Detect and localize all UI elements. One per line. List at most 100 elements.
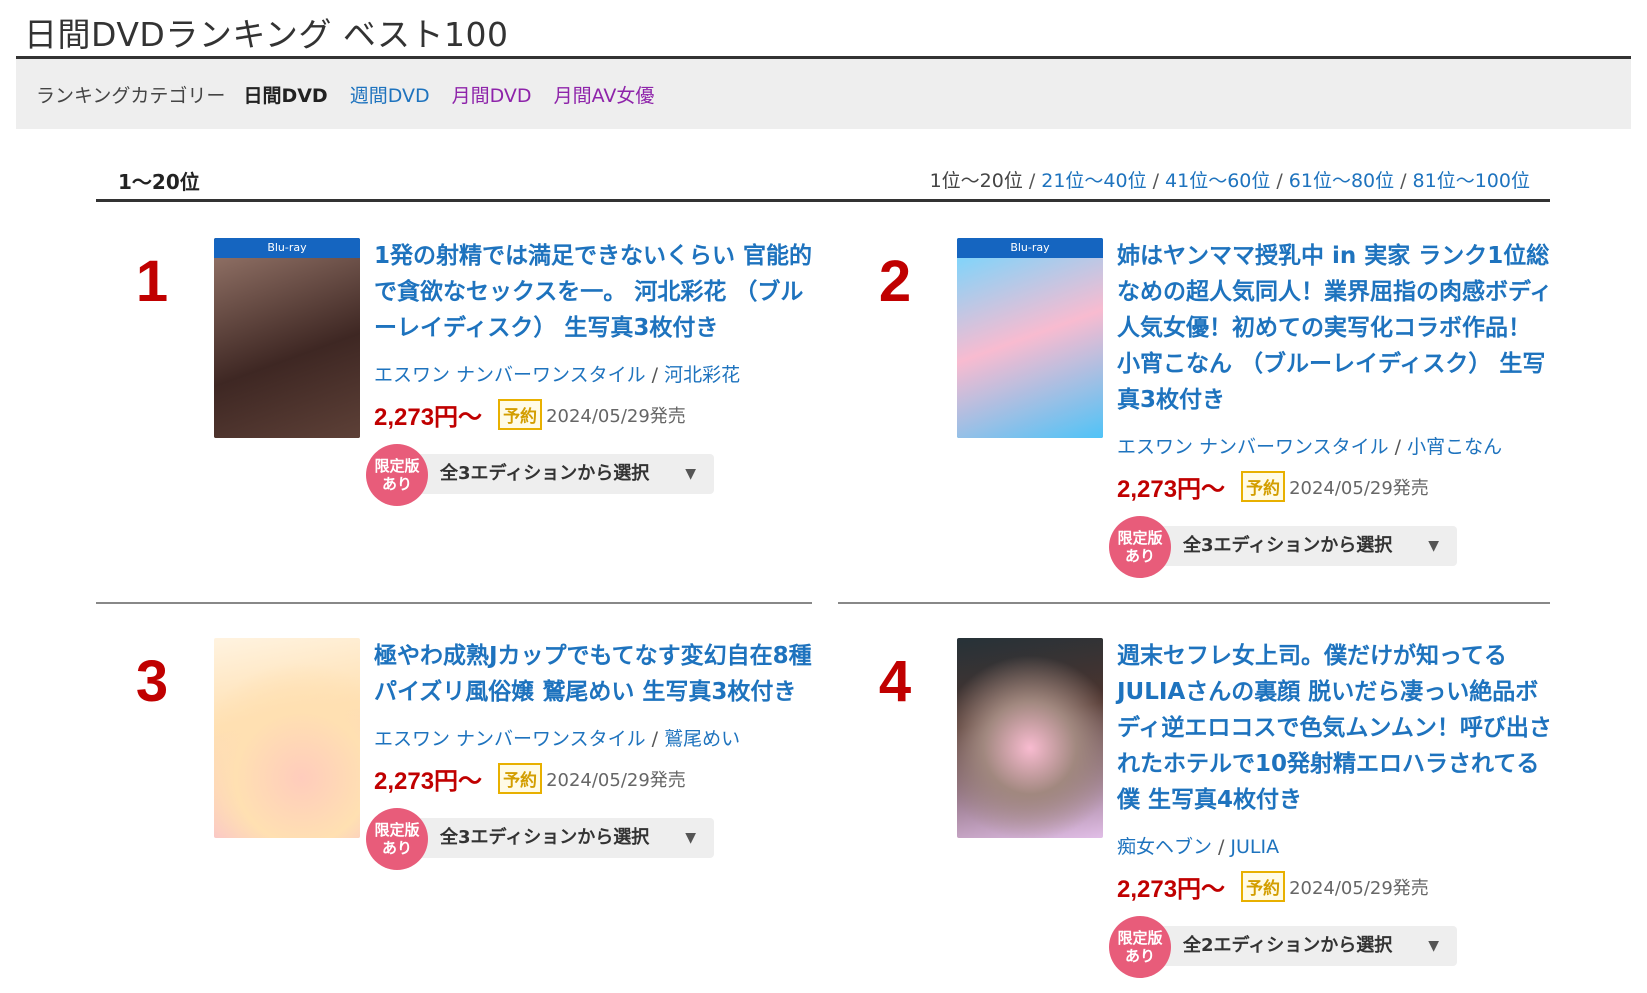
category-current-daily-dvd: 日間DVD [243,84,328,107]
category-link-monthly-av-actress[interactable]: 月間AV女優 [554,81,655,108]
item-info: 姉はヤンママ授乳中 in 実家 ランク1位総なめの超人気同人！業界屈指の肉感ボデ… [1109,238,1555,580]
release-date: 2024/05/29発売 [546,769,686,791]
item-meta: エスワン ナンバーワンスタイル / 鷲尾めい [374,728,741,750]
item-title-link[interactable]: 1発の射精では満足できないくらい 官能的で貪欲なセックスを一。 河北彩花 （ブル… [374,238,812,346]
dvd-cover-image[interactable] [957,638,1103,838]
limited-edition-badge: 限定版 あり [366,444,428,506]
maker-link[interactable]: エスワン ナンバーワンスタイル [374,364,646,386]
price-row: 2,273円〜 予約 2024/05/29発売 [1117,869,1555,904]
item-title-link[interactable]: 極やわ成熟Jカップでもてなす変幻自在8種パイズリ風俗嬢 鷲尾めい 生写真3枚付き [374,638,812,710]
badge-line: 限定版 [1117,529,1163,547]
edition-row: 限定版 あり 全3エディションから選択 ▼ [366,444,812,508]
rank-number: 4 [878,649,912,714]
pager-link-41-60[interactable]: 41位〜60位 [1165,170,1270,192]
rank-number: 2 [878,249,912,314]
edition-select-label: 全3エディションから選択 [440,827,650,848]
item-info: 極やわ成熟Jカップでもてなす変幻自在8種パイズリ風俗嬢 鷲尾めい 生写真3枚付き… [366,638,812,872]
actress-link[interactable]: JULIA [1230,836,1279,858]
reserve-badge: 予約 [1241,471,1286,502]
reserve-badge: 予約 [1241,871,1286,902]
rank-number: 1 [135,249,169,314]
bluray-strip: Blu-ray [214,238,360,258]
edition-row: 限定版 あり 全2エディションから選択 ▼ [1109,916,1555,980]
edition-row: 限定版 あり 全3エディションから選択 ▼ [1109,516,1555,580]
item-price: 2,273円〜 [1117,876,1226,903]
edition-select[interactable]: 全3エディションから選択 ▼ [1157,526,1457,566]
range-pager: 1位〜20位/21位〜40位/41位〜60位/61位〜80位/81位〜100位 [930,166,1530,193]
actress-link[interactable]: 鷲尾めい [664,728,740,750]
limited-edition-badge: 限定版 あり [1109,516,1171,578]
pager-current: 1位〜20位 [929,170,1023,192]
item-price: 2,273円〜 [374,768,483,795]
badge-line: あり [1124,547,1155,565]
reserve-badge: 予約 [498,399,543,430]
limited-edition-badge: 限定版 あり [1109,916,1171,978]
release-date: 2024/05/29発売 [1289,477,1429,499]
edition-row: 限定版 あり 全3エディションから選択 ▼ [366,808,812,872]
actress-link[interactable]: 小宵こなん [1407,436,1502,458]
limited-edition-badge: 限定版 あり [366,808,428,870]
category-label: ランキングカテゴリー [36,84,226,107]
range-header: 1〜20位 1位〜20位/21位〜40位/41位〜60位/61位〜80位/81位… [96,160,1550,200]
item-meta: 痴女ヘブン / JULIA [1117,836,1280,858]
badge-line: 限定版 [1117,929,1163,947]
price-row: 2,273円〜 予約 2024/05/29発売 [374,761,812,796]
item-info: 1発の射精では満足できないくらい 官能的で貪欲なセックスを一。 河北彩花 （ブル… [366,238,812,508]
item-title-link[interactable]: 週末セフレ女上司。僕だけが知ってるJULIAさんの裏顔 脱いだら凄っい絶品ボディ… [1117,638,1555,818]
caret-down-icon: ▼ [685,466,696,482]
pager-link-21-40[interactable]: 21位〜40位 [1041,170,1146,192]
cover-artwork [214,638,360,838]
dvd-cover-image[interactable] [214,638,360,838]
price-row: 2,273円〜 予約 2024/05/29発売 [374,397,812,432]
release-date: 2024/05/29発売 [546,405,686,427]
maker-link[interactable]: エスワン ナンバーワンスタイル [374,728,646,750]
item-info: 週末セフレ女上司。僕だけが知ってるJULIAさんの裏顔 脱いだら凄っい絶品ボディ… [1109,638,1555,980]
edition-select[interactable]: 全3エディションから選択 ▼ [414,454,714,494]
range-divider [96,199,1550,202]
pager-link-81-100[interactable]: 81位〜100位 [1413,170,1530,192]
pager-link-61-80[interactable]: 61位〜80位 [1289,170,1394,192]
badge-line: 限定版 [374,821,420,839]
item-meta: エスワン ナンバーワンスタイル / 河北彩花 [374,364,741,386]
row-divider [96,602,812,604]
badge-line: 限定版 [374,457,420,475]
edition-select[interactable]: 全3エディションから選択 ▼ [414,818,714,858]
item-meta: エスワン ナンバーワンスタイル / 小宵こなん [1117,436,1503,458]
pager-separator: / [1152,170,1160,192]
edition-select-label: 全3エディションから選択 [440,463,650,484]
rank-number: 3 [135,649,169,714]
badge-line: あり [1124,947,1155,965]
ranking-category-bar: ランキングカテゴリー 日間DVD 週間DVD 月間DVD 月間AV女優 [16,59,1631,129]
reserve-badge: 予約 [498,763,543,794]
badge-line: あり [381,839,412,857]
row-divider [838,602,1550,604]
maker-link[interactable]: エスワン ナンバーワンスタイル [1117,436,1389,458]
edition-select[interactable]: 全2エディションから選択 ▼ [1157,926,1457,966]
item-price: 2,273円〜 [1117,476,1226,503]
actress-link[interactable]: 河北彩花 [664,364,740,386]
bluray-strip: Blu-ray [957,238,1103,258]
pager-separator: / [1276,170,1283,192]
caret-down-icon: ▼ [1428,938,1439,954]
category-link-monthly-dvd[interactable]: 月間DVD [452,81,532,108]
current-range-label: 1〜20位 [118,170,200,194]
edition-select-label: 全3エディションから選択 [1183,535,1393,556]
category-link-weekly-dvd[interactable]: 週間DVD [350,81,430,108]
pager-separator: / [1028,170,1036,192]
item-title-link[interactable]: 姉はヤンママ授乳中 in 実家 ランク1位総なめの超人気同人！業界屈指の肉感ボデ… [1117,238,1555,418]
release-date: 2024/05/29発売 [1289,877,1429,899]
maker-link[interactable]: 痴女ヘブン [1117,836,1212,858]
cover-artwork [957,638,1103,838]
bluray-cover-image[interactable]: Blu-ray [214,238,360,438]
pager-separator: / [1400,170,1407,192]
item-price: 2,273円〜 [374,404,483,431]
page-title: 日間DVDランキング ベスト100 [24,15,509,54]
caret-down-icon: ▼ [1428,538,1439,554]
bluray-cover-image[interactable]: Blu-ray [957,238,1103,438]
cover-artwork [957,258,1103,438]
caret-down-icon: ▼ [685,830,696,846]
price-row: 2,273円〜 予約 2024/05/29発売 [1117,469,1555,504]
edition-select-label: 全2エディションから選択 [1183,935,1393,956]
cover-artwork [214,258,360,438]
badge-line: あり [381,475,412,493]
